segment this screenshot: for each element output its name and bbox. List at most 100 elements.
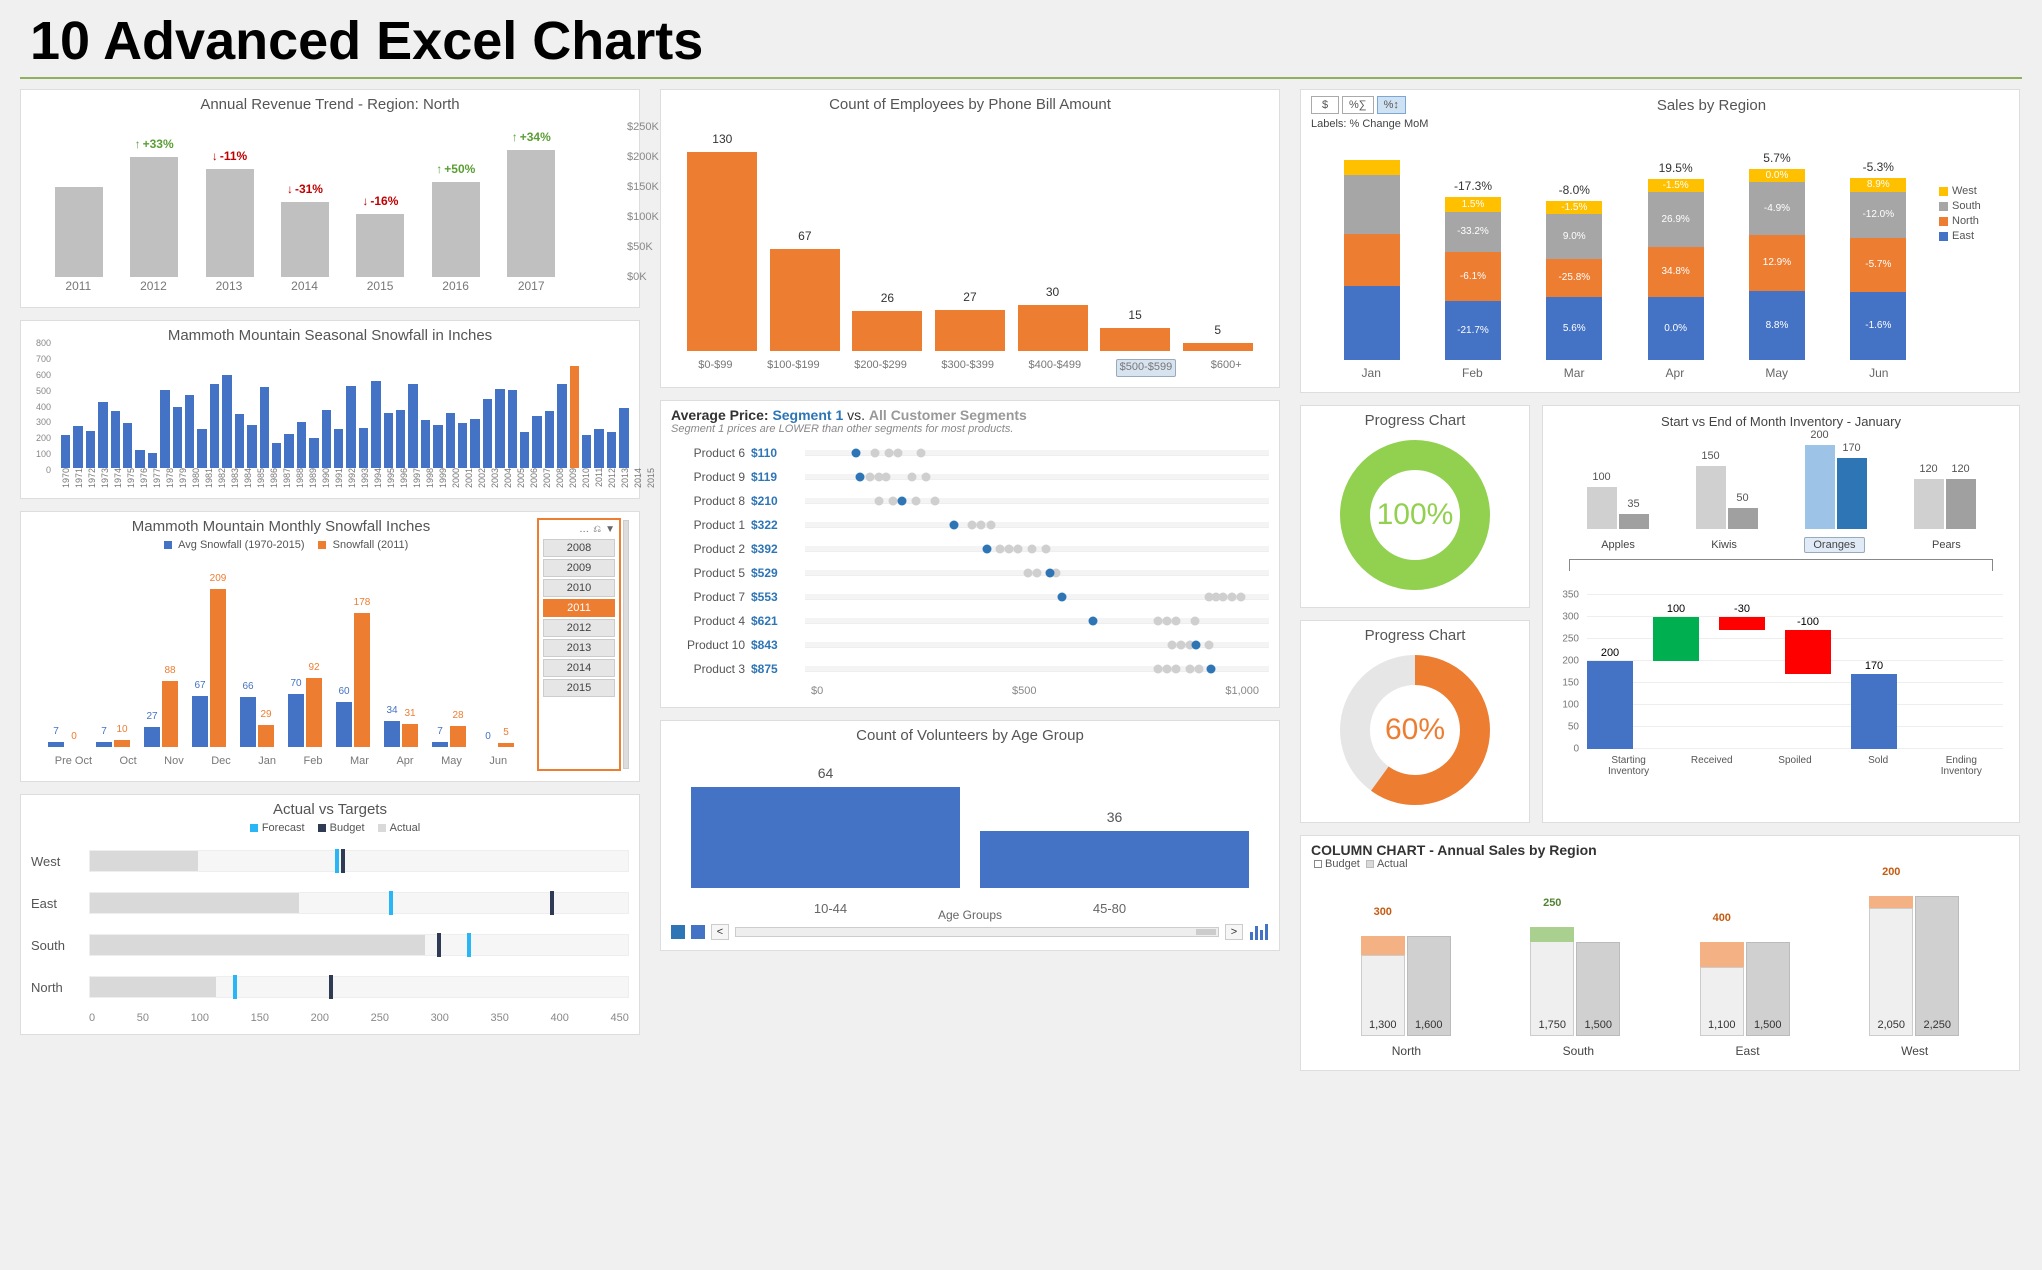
- chart-seasonal-snowfall: Mammoth Mountain Seasonal Snowfall in In…: [20, 320, 640, 499]
- legend-actual: Actual: [390, 822, 421, 834]
- prog100-title: Progress Chart: [1307, 412, 1523, 429]
- avt-title: Actual vs Targets: [31, 801, 629, 818]
- prog100-label: 100%: [1335, 435, 1495, 595]
- sbr-legend: WestSouthNorthEast: [1939, 132, 2009, 382]
- sbr-btn-pctsum[interactable]: %∑: [1342, 96, 1374, 114]
- sbr-labels-text: Labels: % Change MoM: [1311, 118, 2009, 130]
- inv-x-axis: ApplesKiwisOrangesPears: [1563, 537, 1999, 553]
- seasonal-bars: [31, 348, 629, 468]
- dot-subtitle: Segment 1 prices are LOWER than other se…: [671, 423, 1269, 435]
- chart-phone-bill-histogram: Count of Employees by Phone Bill Amount …: [660, 89, 1280, 388]
- revenue-x-axis: 2011201220132014201520162017: [41, 279, 569, 297]
- wf-y-axis: 050100150200250300350: [1553, 595, 1583, 749]
- monthly-legend: Avg Snowfall (1970-2015) Snowfall (2011): [31, 539, 531, 551]
- seasonal-x-axis: 1970197119721973197419751976197719781979…: [31, 468, 629, 488]
- sbr-title: Sales by Region: [1414, 97, 2009, 114]
- chart-avg-price-dot: Average Price: Segment 1 vs. All Custome…: [660, 400, 1280, 708]
- slicer-funnel-icon[interactable]: ▼: [605, 524, 615, 535]
- sbr-button-group: $ %∑ %↕: [1311, 96, 1406, 114]
- vol-xlabel: Age Groups: [671, 908, 1269, 922]
- asr-legend: Budget Actual: [1311, 858, 2009, 870]
- sbr-columns: -21.7%-6.1%-33.2%1.5%-17.3%5.6%-25.8%9.0…: [1321, 157, 1929, 360]
- wf-gridlines: 200100-30-100170: [1587, 595, 2003, 749]
- chart-inventory: Start vs End of Month Inventory - Januar…: [1542, 405, 2020, 823]
- chart-annual-sales-region: COLUMN CHART - Annual Sales by Region Bu…: [1300, 835, 2020, 1071]
- chart-progress-60: Progress Chart 60%: [1300, 620, 1530, 823]
- slicer-year-2014[interactable]: 2014: [543, 659, 615, 677]
- slicer-more-icon[interactable]: …: [579, 524, 589, 535]
- legend-budget: Budget: [330, 822, 365, 834]
- monthly-bars: 707102788672096629709260178343172805: [41, 581, 521, 747]
- vol-series1-icon[interactable]: [671, 925, 685, 939]
- asr-x-axis: NorthSouthEastWest: [1321, 1044, 1999, 1058]
- slicer-toolbar: … ⎌ ▼: [541, 524, 617, 537]
- chart-progress-100: Progress Chart 100%: [1300, 405, 1530, 608]
- slicer-year-2015[interactable]: 2015: [543, 679, 615, 697]
- legend-actual-swatch: [378, 824, 386, 832]
- vol-slider-left[interactable]: <: [711, 924, 729, 940]
- seasonal-y-axis: 0100200300400500600700800: [25, 343, 51, 470]
- dot-title-all: All Customer Segments: [869, 407, 1027, 423]
- dot-title: Average Price: Segment 1 vs. All Custome…: [671, 407, 1269, 423]
- sbr-x-axis: JanFebMarAprMayJun: [1321, 366, 1929, 380]
- histo-x-axis: $0-$99$100-$199$200-$299$300-$399$400-$4…: [681, 359, 1259, 377]
- page-title: 10 Advanced Excel Charts: [20, 0, 2022, 79]
- inv-grouped-bars: 1003515050200170120120: [1563, 441, 1999, 529]
- wf-x-axis: Starting InventoryReceivedSpoiledSoldEnd…: [1587, 755, 2003, 777]
- chart-volunteers: Count of Volunteers by Age Group 6436 10…: [660, 720, 1280, 951]
- vol-slider-right[interactable]: >: [1225, 924, 1243, 940]
- chart-revenue-trend: Annual Revenue Trend - Region: North $0K…: [20, 89, 640, 308]
- avt-rows: WestEastSouthNorth: [31, 834, 629, 1008]
- legend-sel-label: Snowfall (2011): [333, 539, 409, 551]
- histo-bars: 13067262730155: [681, 127, 1259, 351]
- chart-inventory-waterfall: 050100150200250300350 200100-30-100170 S…: [1553, 587, 2009, 777]
- vol-bars: 6436: [691, 778, 1249, 888]
- sbr-btn-dollar[interactable]: $: [1311, 96, 1339, 114]
- inventory-bracket: [1569, 559, 1993, 571]
- dot-title-seg: Segment 1: [772, 407, 843, 423]
- vol-slider[interactable]: [735, 927, 1219, 937]
- avt-legend: Forecast Budget Actual: [31, 822, 629, 834]
- seasonal-title: Mammoth Mountain Seasonal Snowfall in In…: [31, 327, 629, 344]
- vol-title: Count of Volunteers by Age Group: [671, 727, 1269, 744]
- legend-forecast-swatch: [250, 824, 258, 832]
- histo-title: Count of Employees by Phone Bill Amount: [671, 96, 1269, 113]
- legend-budget-swatch: [318, 824, 326, 832]
- vol-series2-icon[interactable]: [691, 925, 705, 939]
- slicer-year-2012[interactable]: 2012: [543, 619, 615, 637]
- prog60-label: 60%: [1335, 650, 1495, 810]
- slicer-year-2013[interactable]: 2013: [543, 639, 615, 657]
- slicer-year-2011[interactable]: 2011: [543, 599, 615, 617]
- chart-monthly-snowfall: Mammoth Mountain Monthly Snowfall Inches…: [20, 511, 640, 782]
- asr-columns: 1,3003001,6001,7502501,5001,1004001,5002…: [1321, 880, 1999, 1036]
- legend-swatch-avg: [164, 541, 172, 549]
- chart-actual-vs-targets: Actual vs Targets Forecast Budget Actual…: [20, 794, 640, 1035]
- revenue-bars: +33%-11%-31%-16%+50%+34%: [41, 127, 569, 277]
- asr-legend-actual: Actual: [1377, 858, 1408, 870]
- legend-swatch-sel: [318, 541, 326, 549]
- sbr-btn-pctmom[interactable]: %↕: [1377, 96, 1406, 114]
- asr-legend-actual-swatch: [1366, 860, 1374, 868]
- dot-title-prefix: Average Price:: [671, 407, 772, 423]
- dot-title-mid: vs.: [843, 407, 869, 423]
- year-slicer[interactable]: … ⎌ ▼ 2008 2009 2010 2011 2012 2013 2014 2015: [537, 518, 621, 771]
- asr-legend-budget-swatch: [1314, 860, 1322, 868]
- monthly-x-axis: Pre OctOctNovDecJanFebMarAprMayJun: [41, 755, 521, 767]
- asr-title: COLUMN CHART - Annual Sales by Region: [1311, 842, 2009, 858]
- monthly-title: Mammoth Mountain Monthly Snowfall Inches: [31, 518, 531, 535]
- slicer-year-2010[interactable]: 2010: [543, 579, 615, 597]
- slicer-scrollbar[interactable]: [623, 520, 629, 769]
- slicer-year-2008[interactable]: 2008: [543, 539, 615, 557]
- chart-sales-by-region: $ %∑ %↕ Sales by Region Labels: % Change…: [1300, 89, 2020, 393]
- asr-legend-budget: Budget: [1325, 858, 1360, 870]
- dot-x-axis: $0$500$1,000: [671, 681, 1269, 697]
- dot-rows: Product 6$110Product 9$119Product 8$210P…: [671, 441, 1269, 681]
- slicer-year-2009[interactable]: 2009: [543, 559, 615, 577]
- legend-avg-label: Avg Snowfall (1970-2015): [178, 539, 304, 551]
- legend-forecast: Forecast: [262, 822, 305, 834]
- bar-chart-icon[interactable]: [1249, 924, 1269, 940]
- avt-x-axis: 050100150200250300350400450: [31, 1008, 629, 1024]
- inv-title: Start vs End of Month Inventory - Januar…: [1553, 414, 2009, 429]
- prog60-title: Progress Chart: [1307, 627, 1523, 644]
- slicer-clear-icon[interactable]: ⎌: [593, 524, 601, 535]
